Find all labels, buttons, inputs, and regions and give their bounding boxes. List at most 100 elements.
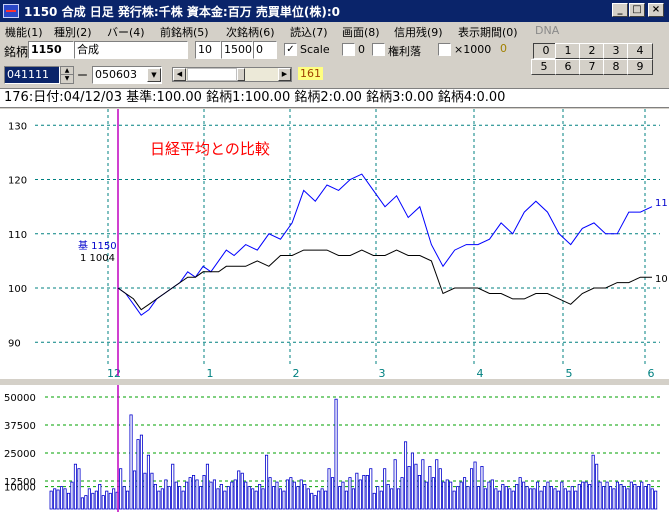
volume-bar	[393, 459, 397, 510]
volume-bar	[94, 490, 98, 510]
volume-bar	[310, 492, 314, 510]
price-x-tick-label: 6	[648, 367, 655, 379]
volume-bar	[640, 481, 644, 510]
volume-bar	[483, 488, 487, 510]
volume-bar	[320, 488, 324, 510]
menu-screen[interactable]: 画面(8)	[342, 24, 380, 40]
volume-bar	[240, 472, 244, 510]
num-button-8[interactable]: 8	[603, 59, 629, 75]
menu-prev-ticker[interactable]: 前銘柄(5)	[160, 24, 209, 40]
info-bar: 176:日付:04/12/03 基準:100.00 銘柄1:100.00 銘柄2…	[0, 88, 669, 108]
volume-bar	[508, 488, 512, 510]
num-button-5[interactable]: 5	[531, 59, 557, 75]
num-button-2[interactable]: 2	[579, 43, 605, 59]
scroll-right-icon[interactable]: ▶	[278, 68, 291, 81]
scale-checkbox[interactable]: ✓	[284, 43, 297, 56]
volume-bar	[275, 481, 279, 510]
volume-bar	[285, 479, 289, 510]
x1000-label: ×1000	[454, 43, 492, 56]
end-label-main: 11	[655, 198, 668, 209]
volume-bar	[570, 486, 574, 510]
volume-bar	[424, 481, 428, 510]
volume-bar	[459, 481, 463, 510]
volume-bar	[258, 484, 262, 510]
period-scrollbar[interactable]: ◀ ▶	[172, 67, 292, 82]
volume-bar	[212, 479, 217, 510]
app-icon	[3, 4, 19, 18]
ticker-name-input[interactable]: 合成	[74, 41, 188, 59]
menu-margin[interactable]: 信用残(9)	[394, 24, 443, 40]
field-b-input[interactable]: 1500	[221, 41, 253, 59]
volume-bar	[178, 486, 182, 510]
volume-bar	[581, 481, 585, 510]
zero-label: 0	[358, 43, 365, 56]
menu-dna[interactable]: DNA	[535, 24, 559, 37]
num-button-9[interactable]: 9	[627, 59, 653, 75]
volume-bar	[494, 488, 498, 510]
zero-checkbox[interactable]	[342, 43, 355, 56]
close-button[interactable]: ×	[648, 3, 664, 17]
volume-bar	[264, 454, 269, 510]
scroll-left-icon[interactable]: ◀	[173, 68, 186, 81]
start-date-spinner[interactable]: ▲ ▼	[60, 66, 74, 84]
menu-bar-type[interactable]: バー(4)	[107, 24, 145, 40]
price-x-tick-label: 12	[107, 367, 121, 379]
volume-bar	[546, 481, 550, 510]
volume-bar	[615, 481, 619, 510]
volume-bar	[414, 463, 418, 510]
spin-down-icon[interactable]: ▼	[61, 75, 73, 83]
volume-bar	[386, 484, 390, 510]
volume-bar	[330, 477, 335, 510]
volume-bar	[53, 488, 57, 510]
scroll-thumb[interactable]	[237, 68, 245, 81]
volume-bar	[77, 468, 81, 510]
volume-bar	[216, 488, 220, 510]
volume-bar	[351, 488, 355, 510]
menu-next-ticker[interactable]: 次銘柄(6)	[226, 24, 275, 40]
menu-function[interactable]: 機能(1)	[5, 24, 43, 40]
volume-bar	[522, 481, 526, 510]
start-date-input[interactable]: 041111	[4, 66, 60, 84]
field-c-input[interactable]: 0	[253, 41, 277, 59]
volume-bar	[612, 488, 616, 510]
volume-bar	[292, 481, 296, 510]
volume-bar	[191, 475, 196, 510]
menu-type[interactable]: 種別(2)	[54, 24, 92, 40]
num-button-6[interactable]: 6	[555, 59, 581, 75]
menu-display-period[interactable]: 表示期間(0)	[458, 24, 518, 40]
num-button-7[interactable]: 7	[579, 59, 605, 75]
volume-chart[interactable]: 5000037500250001250010000	[0, 385, 669, 512]
price-chart[interactable]: 13012011010090 121234565 日経平均との比較 基 1150…	[0, 109, 669, 379]
volume-bar	[365, 475, 369, 510]
num-button-3[interactable]: 3	[603, 43, 629, 59]
chevron-down-icon[interactable]: ▼	[147, 68, 161, 82]
volume-bar	[383, 468, 387, 510]
volume-bar	[532, 488, 536, 510]
chart-annotation: 日経平均との比較	[150, 140, 270, 158]
maximize-button[interactable]: □	[629, 3, 645, 17]
num-button-1[interactable]: 1	[555, 43, 581, 59]
volume-bar	[188, 477, 192, 510]
ticker-code-input[interactable]: 1150	[28, 41, 74, 59]
volume-bar	[379, 490, 383, 510]
volume-bar	[289, 477, 293, 510]
volume-bar	[428, 466, 432, 510]
spin-up-icon[interactable]: ▲	[61, 67, 73, 75]
volume-bar	[341, 481, 345, 510]
menu-load[interactable]: 読込(7)	[290, 24, 328, 40]
num-button-4[interactable]: 4	[627, 43, 653, 59]
volume-bar	[466, 486, 470, 510]
volume-bar	[553, 488, 557, 510]
field-a-input[interactable]: 10	[195, 41, 221, 59]
x1000-checkbox[interactable]	[438, 43, 451, 56]
minimize-button[interactable]: _	[612, 3, 628, 17]
rights-checkbox[interactable]	[372, 43, 385, 56]
volume-bar	[549, 486, 553, 510]
volume-bar	[108, 492, 112, 510]
volume-bar	[139, 434, 144, 510]
volume-bar	[122, 486, 126, 510]
volume-bar	[355, 472, 359, 510]
price-y-tick-label: 120	[8, 176, 27, 187]
volume-bar	[174, 481, 178, 510]
volume-bar	[636, 486, 640, 510]
